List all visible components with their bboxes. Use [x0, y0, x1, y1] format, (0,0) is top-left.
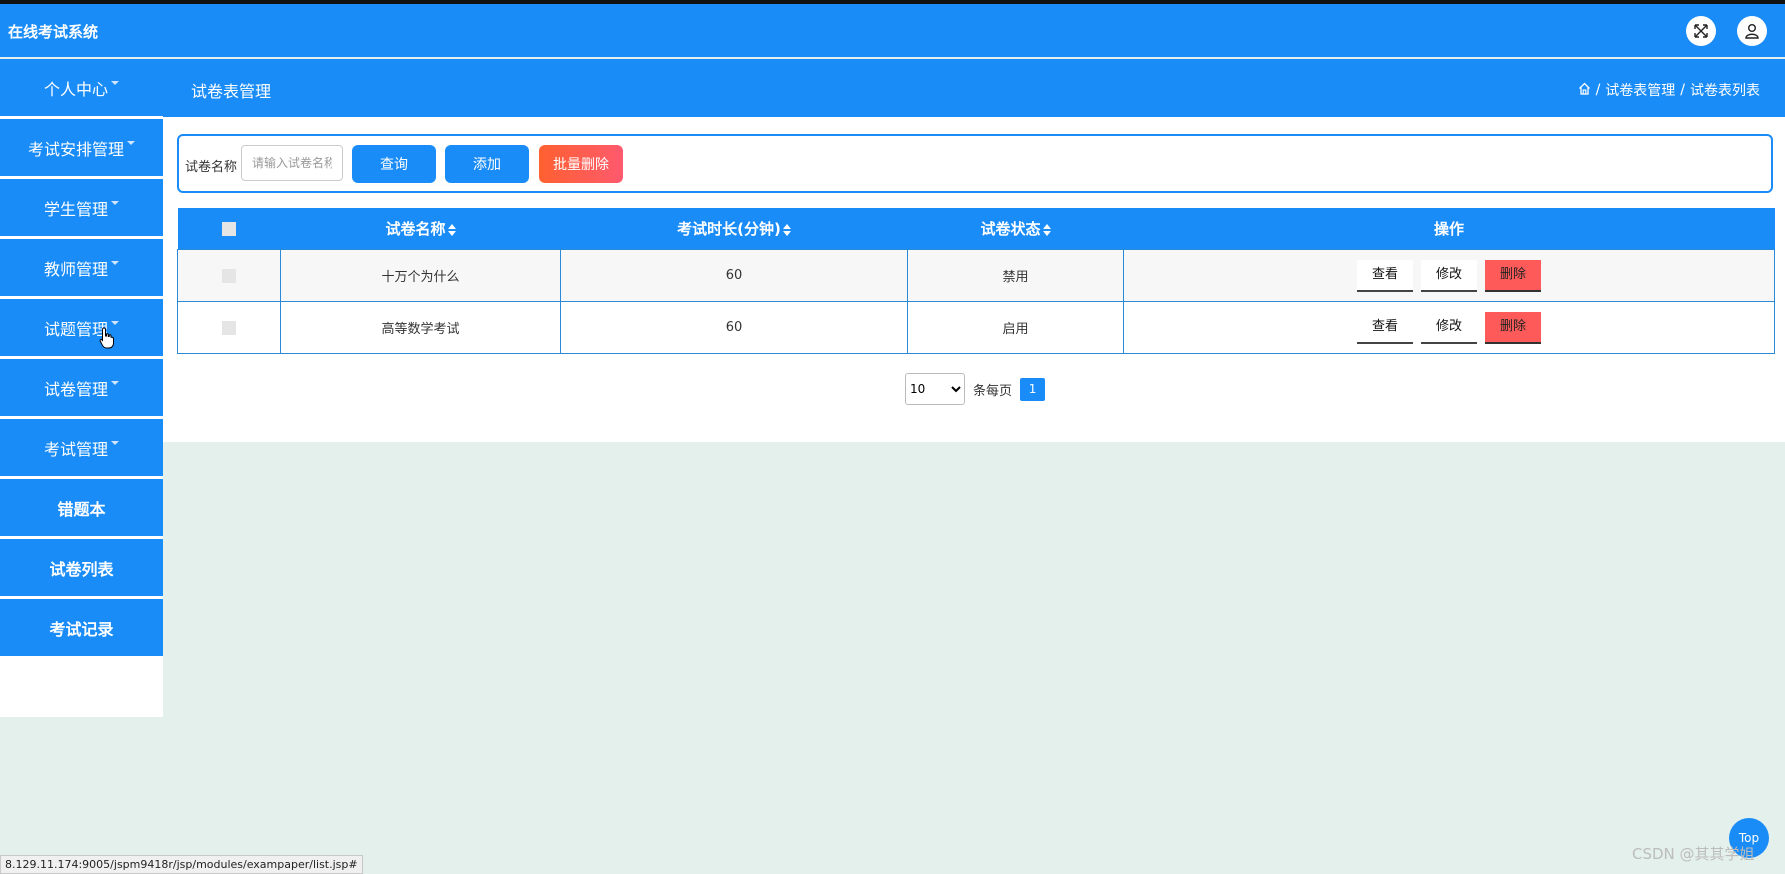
pagination: 10 条每页 1 — [905, 373, 1046, 405]
search-label: 试卷名称 — [185, 160, 238, 175]
page-size-select[interactable]: 10 — [905, 373, 965, 405]
exampaper-table: 试卷名称 考试时长(分钟) 试卷状态 操作 十万个为什么 60 禁用 查看 修改删… — [177, 208, 1775, 354]
hand-cursor-icon — [99, 327, 115, 353]
app-title: 在线考试系统 — [8, 23, 99, 41]
query-button[interactable]: 查询 — [352, 145, 436, 183]
row-checkbox[interactable] — [222, 268, 236, 283]
breadcrumb-item-exampaper-manage[interactable]: 试卷表管理 — [1605, 80, 1675, 100]
sidebar-item-students[interactable]: 学生管理 — [0, 179, 163, 236]
sidebar-item-papers[interactable]: 试卷管理 — [0, 359, 163, 416]
row-checkbox[interactable] — [222, 320, 236, 335]
select-all-cell — [177, 208, 281, 250]
chevron-down-icon — [111, 320, 119, 325]
table-header: 试卷名称 考试时长(分钟) 试卷状态 操作 — [177, 208, 1775, 250]
edit-button[interactable]: 修改 — [1421, 259, 1477, 292]
view-button[interactable]: 查看 — [1357, 259, 1413, 292]
home-icon[interactable] — [1578, 82, 1591, 99]
search-form: 试卷名称 查询 添加 批量删除 — [177, 134, 1773, 193]
sidebar-item-exams[interactable]: 考试管理 — [0, 419, 163, 476]
page-header-band: 试卷表管理 / 试卷表管理 / 试卷表列表 — [0, 59, 1785, 117]
user-icon[interactable] — [1737, 16, 1767, 46]
page-title: 试卷表管理 — [191, 82, 272, 101]
breadcrumb: / 试卷表管理 / 试卷表列表 — [1578, 80, 1760, 100]
chevron-down-icon — [111, 260, 119, 265]
batch-delete-button[interactable]: 批量删除 — [539, 145, 623, 183]
column-header-status[interactable]: 试卷状态 — [907, 208, 1124, 250]
table-row: 十万个为什么 60 禁用 查看 修改 删除 — [177, 249, 1775, 302]
sidebar-item-exam-schedule[interactable]: 考试安排管理 — [0, 119, 163, 176]
add-button[interactable]: 添加 — [445, 145, 529, 183]
chevron-down-icon — [111, 380, 119, 385]
cell-actions: 查看 修改 删除 — [1123, 249, 1775, 302]
delete-button[interactable]: 删除 — [1485, 259, 1541, 292]
sort-icon[interactable] — [447, 223, 456, 236]
chevron-down-icon — [127, 140, 135, 145]
select-all-checkbox[interactable] — [222, 222, 236, 236]
table-row: 高等数学考试 60 启用 查看 修改 删除 — [177, 301, 1775, 354]
view-button[interactable]: 查看 — [1357, 311, 1413, 344]
page-number-button[interactable]: 1 — [1020, 377, 1046, 401]
sidebar-item-personal-center[interactable]: 个人中心 — [0, 59, 163, 116]
cell-actions: 查看 修改 删除 — [1123, 301, 1775, 354]
search-input[interactable] — [241, 145, 343, 181]
sidebar-item-wrong-book[interactable]: 错题本 — [0, 479, 163, 536]
column-header-duration[interactable]: 考试时长(分钟) — [560, 208, 908, 250]
chevron-down-icon — [111, 200, 119, 205]
sort-icon[interactable] — [1042, 223, 1051, 236]
cell-status: 禁用 — [907, 249, 1124, 302]
column-header-actions: 操作 — [1123, 208, 1775, 250]
row-select-cell — [177, 249, 281, 302]
top-bar: 在线考试系统 — [0, 0, 1785, 57]
edit-button[interactable]: 修改 — [1421, 311, 1477, 344]
chevron-down-icon — [111, 80, 119, 85]
cell-status: 启用 — [907, 301, 1124, 354]
fullscreen-icon[interactable] — [1686, 16, 1716, 46]
breadcrumb-item-exampaper-list: 试卷表列表 — [1690, 83, 1760, 99]
status-bar-url: 8.129.11.174:9005/jspm9418r/jsp/modules/… — [0, 855, 363, 874]
chevron-down-icon — [111, 440, 119, 445]
cell-paper-name: 十万个为什么 — [280, 249, 561, 302]
breadcrumb-separator: / — [1595, 82, 1601, 98]
sidebar-item-questions[interactable]: 试题管理 — [0, 299, 163, 356]
column-header-name[interactable]: 试卷名称 — [280, 208, 561, 250]
sidebar-item-teachers[interactable]: 教师管理 — [0, 239, 163, 296]
cell-duration: 60 — [560, 301, 908, 354]
watermark: CSDN @其其学姐 — [1632, 845, 1755, 863]
cell-paper-name: 高等数学考试 — [280, 301, 561, 354]
cell-duration: 60 — [560, 249, 908, 302]
sort-icon[interactable] — [782, 223, 791, 236]
delete-button[interactable]: 删除 — [1485, 311, 1541, 344]
per-page-label: 条每页 — [973, 383, 1013, 399]
sidebar-item-paper-list[interactable]: 试卷列表 — [0, 539, 163, 596]
breadcrumb-separator: / — [1680, 82, 1685, 98]
row-select-cell — [177, 301, 281, 354]
sidebar-item-exam-records[interactable]: 考试记录 — [0, 599, 163, 656]
